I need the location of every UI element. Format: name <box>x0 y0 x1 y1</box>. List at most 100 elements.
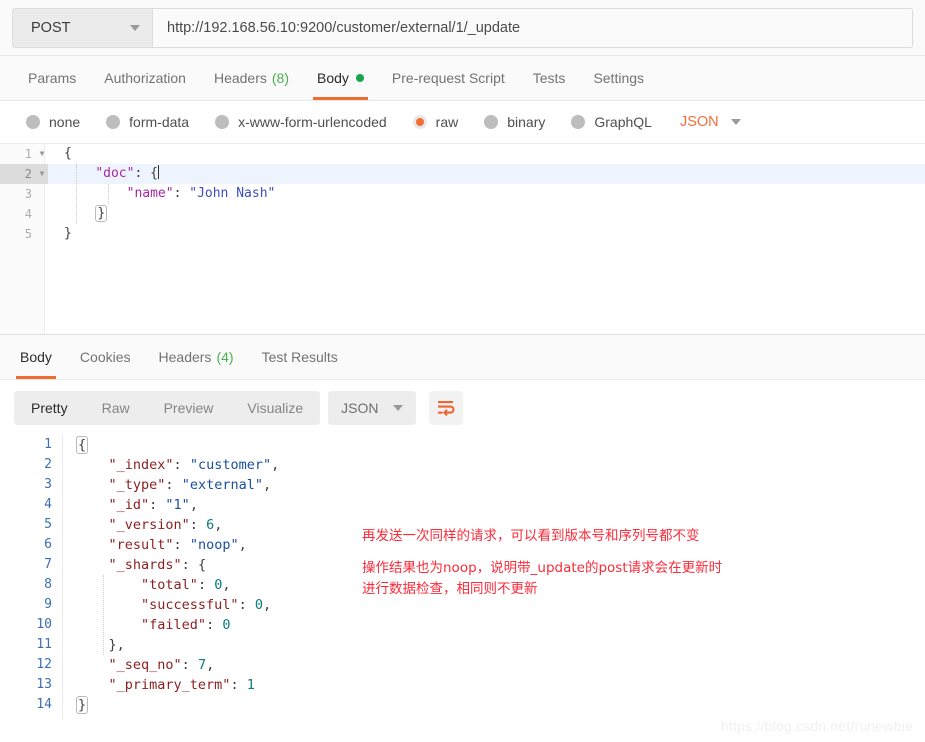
response-tab-headers[interactable]: Headers (4) <box>145 335 248 379</box>
line-number: 3 <box>24 187 32 201</box>
line-number: 13 <box>36 677 52 692</box>
code-text: "_primary_term": 1 <box>62 675 255 695</box>
response-code-line: 12 "_seq_no": 7, <box>0 655 925 675</box>
code-token: "John Nash" <box>189 186 276 201</box>
line-number: 6 <box>44 537 52 552</box>
response-tab-cookies[interactable]: Cookies <box>66 335 145 379</box>
json-punct: , <box>206 657 215 673</box>
code-text: }, <box>62 635 125 655</box>
body-type-radio-x-www-form-urlencoded[interactable]: x-www-form-urlencoded <box>215 114 387 130</box>
request-tab-pre-request-script[interactable]: Pre-request Script <box>378 56 519 100</box>
response-toolbar: Pretty Raw Preview Visualize JSON <box>0 380 925 435</box>
response-tab-body[interactable]: Body <box>6 335 66 379</box>
code-line: 5 } <box>0 224 925 244</box>
code-text: "_version": 6, <box>62 515 223 535</box>
text-cursor <box>157 165 159 179</box>
body-type-label: x-www-form-urlencoded <box>238 114 387 130</box>
json-key: "total" <box>141 577 198 593</box>
body-type-row: none form-data x-www-form-urlencoded raw bin… <box>0 101 925 144</box>
body-type-radio-form-data[interactable]: form-data <box>106 114 189 130</box>
json-punct: , <box>262 477 272 493</box>
code-text: } <box>62 695 89 715</box>
body-format-select[interactable]: JSON <box>680 114 741 130</box>
tab-label: Pre-request Script <box>391 70 505 86</box>
body-present-dot-icon <box>355 74 364 82</box>
radio-icon <box>26 115 40 129</box>
json-punct: : <box>181 657 198 673</box>
tab-label: Headers <box>158 349 212 365</box>
body-type-label: GraphQL <box>594 114 652 130</box>
line-number: 2 <box>44 457 52 472</box>
response-tab-test-results[interactable]: Test Results <box>248 335 352 379</box>
code-token: { <box>64 146 72 161</box>
json-punct: : <box>230 677 247 693</box>
fold-arrow-icon[interactable]: ▼ <box>36 144 48 164</box>
json-punct: : <box>149 497 166 513</box>
view-mode-preview[interactable]: Preview <box>147 391 231 425</box>
code-text: "_shards": { <box>62 555 207 575</box>
chevron-down-icon <box>130 24 140 31</box>
request-tab-authorization[interactable]: Authorization <box>90 56 200 100</box>
request-tab-settings[interactable]: Settings <box>579 56 658 100</box>
json-value: "1" <box>165 497 190 513</box>
response-view-mode-group: Pretty Raw Preview Visualize <box>14 390 321 425</box>
url-input[interactable]: http://192.168.56.10:9200/customer/exter… <box>152 7 913 48</box>
request-tab-params[interactable]: Params <box>14 56 90 100</box>
tab-count-badge: (4) <box>216 349 234 365</box>
line-number: 5 <box>44 517 52 532</box>
body-type-radio-raw[interactable]: raw <box>412 114 458 130</box>
request-tab-headers[interactable]: Headers (8) <box>200 56 303 100</box>
response-format-value: JSON <box>341 399 379 416</box>
json-key: "_shards" <box>108 557 182 573</box>
response-code-line: 10 "failed": 0 <box>0 615 925 635</box>
request-tab-bar: Params Authorization Headers (8) Body Pre-req… <box>0 56 925 101</box>
tab-label: Headers <box>213 70 267 86</box>
request-tab-body[interactable]: Body <box>303 56 378 100</box>
json-key: "_index" <box>108 457 174 473</box>
json-value: "noop" <box>189 537 239 553</box>
code-text: "failed": 0 <box>62 615 230 635</box>
body-type-label: none <box>49 114 81 130</box>
response-format-select[interactable]: JSON <box>328 390 416 425</box>
json-punct: , <box>271 457 280 473</box>
json-punct: : <box>173 537 190 553</box>
fold-arrow-icon[interactable]: ▼ <box>36 164 48 184</box>
code-token: } <box>64 226 72 241</box>
line-number: 1 <box>24 147 32 161</box>
code-token: "name" <box>126 186 174 201</box>
tab-label: Tests <box>532 70 566 86</box>
line-number: 8 <box>44 577 52 592</box>
tab-label: Body <box>317 70 349 86</box>
radio-icon <box>571 115 586 129</box>
code-text: "total": 0, <box>62 575 230 595</box>
request-tab-tests[interactable]: Tests <box>519 56 580 100</box>
tab-label: Settings <box>593 70 645 86</box>
line-number: 3 <box>44 477 52 492</box>
json-punct: } <box>76 696 89 714</box>
view-mode-raw[interactable]: Raw <box>85 391 147 425</box>
response-code-line: 1{ <box>0 435 925 455</box>
http-method-select[interactable]: POST <box>12 7 152 48</box>
response-code-line: 3 "_type": "external", <box>0 475 925 495</box>
tab-label: Params <box>28 70 77 86</box>
body-type-radio-graphql[interactable]: GraphQL <box>571 114 652 130</box>
response-code-line: 14} <box>0 695 925 715</box>
code-text: "_type": "external", <box>62 475 272 495</box>
response-code-line: 11 }, <box>0 635 925 655</box>
code-text: "successful": 0, <box>62 595 271 615</box>
json-value: 7 <box>197 657 207 673</box>
view-mode-visualize[interactable]: Visualize <box>230 391 320 425</box>
json-punct: : <box>197 577 215 593</box>
body-type-radio-none[interactable]: none <box>26 114 80 130</box>
view-mode-pretty[interactable]: Pretty <box>14 391 85 425</box>
json-key: "successful" <box>141 597 239 613</box>
radio-icon <box>106 115 121 129</box>
json-value: "customer" <box>189 457 272 473</box>
body-type-radio-binary[interactable]: binary <box>484 114 545 130</box>
code-line: 4 } <box>0 204 925 224</box>
line-number: 14 <box>36 697 52 712</box>
request-body-editor[interactable]: 1 ▼ { 2 ▼ "doc": { 3 "name": "John Nash"… <box>0 144 925 334</box>
word-wrap-button[interactable] <box>428 390 463 425</box>
